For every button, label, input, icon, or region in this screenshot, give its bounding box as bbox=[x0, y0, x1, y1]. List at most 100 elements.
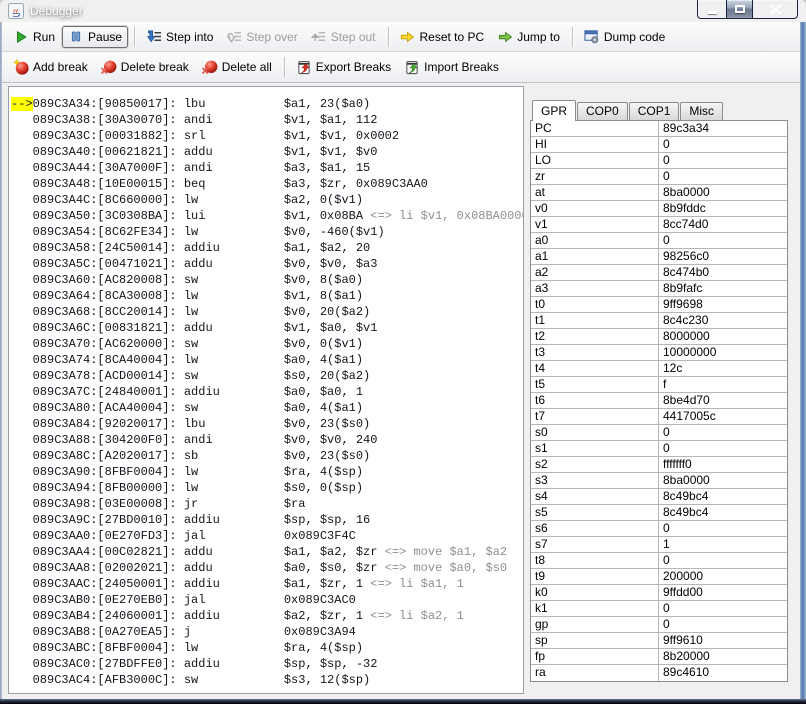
disasm-line[interactable]: 089C3A60:[AC820008]: sw$v0, 8($a0) bbox=[11, 272, 523, 288]
register-row-s7[interactable]: s71 bbox=[531, 537, 787, 553]
minimize-button[interactable] bbox=[697, 0, 726, 19]
disasm-line[interactable]: 089C3A40:[00621821]: addu$v1, $v1, $v0 bbox=[11, 144, 523, 160]
disasm-line[interactable]: 089C3AB0:[0E270EB0]: jal0x089C3AC0 bbox=[11, 592, 523, 608]
add-break-button[interactable]: Add break bbox=[7, 56, 94, 78]
register-row-k1[interactable]: k10 bbox=[531, 601, 787, 617]
address-and-opcode: 089C3A60:[AC820008]: bbox=[33, 273, 184, 287]
delete-all-button[interactable]: Delete all bbox=[196, 56, 278, 78]
register-row-ra[interactable]: ra89c4610 bbox=[531, 665, 787, 681]
disasm-line[interactable]: 089C3A88:[304200F0]: andi$v0, $v0, 240 bbox=[11, 432, 523, 448]
address-and-opcode: 089C3A7C:[24840001]: bbox=[33, 385, 184, 399]
step-into-button[interactable]: Step into bbox=[140, 26, 219, 48]
delete-break-button[interactable]: Delete break bbox=[95, 56, 195, 78]
disasm-line[interactable]: 089C3A94:[8FB00000]: lw$s0, 0($sp) bbox=[11, 480, 523, 496]
register-row-v1[interactable]: v18cc74d0 bbox=[531, 217, 787, 233]
disasm-line[interactable]: 089C3A70:[AC620000]: sw$v0, 0($v1) bbox=[11, 336, 523, 352]
register-row-lo[interactable]: LO0 bbox=[531, 153, 787, 169]
disasm-line[interactable]: -->089C3A34:[90850017]: lbu$a1, 23($a0) bbox=[11, 96, 523, 112]
disasm-line[interactable]: 089C3A64:[8CA30008]: lw$v1, 8($a1) bbox=[11, 288, 523, 304]
register-row-pc[interactable]: PC89c3a34 bbox=[531, 121, 787, 137]
maximize-button[interactable] bbox=[726, 0, 753, 19]
disasm-line[interactable]: 089C3A48:[10E00015]: beq$a3, $zr, 0x089C… bbox=[11, 176, 523, 192]
step-out-button: Step out bbox=[305, 26, 382, 48]
disasm-line[interactable]: 089C3A9C:[27BD0010]: addiu$sp, $sp, 16 bbox=[11, 512, 523, 528]
register-row-t7[interactable]: t74417005c bbox=[531, 409, 787, 425]
disasm-line[interactable]: 089C3A90:[8FBF0004]: lw$ra, 4($sp) bbox=[11, 464, 523, 480]
register-row-zr[interactable]: zr0 bbox=[531, 169, 787, 185]
reset-to-pc-button[interactable]: Reset to PC bbox=[394, 26, 491, 48]
disasm-line[interactable]: 089C3ABC:[8FBF0004]: lw$ra, 4($sp) bbox=[11, 640, 523, 656]
disasm-line[interactable]: 089C3A54:[8C62FE34]: lw$v0, -460($v1) bbox=[11, 224, 523, 240]
register-row-a0[interactable]: a00 bbox=[531, 233, 787, 249]
disasm-line[interactable]: 089C3A38:[30A30070]: andi$v1, $a1, 112 bbox=[11, 112, 523, 128]
register-row-k0[interactable]: k09ffdd00 bbox=[531, 585, 787, 601]
register-row-t6[interactable]: t68be4d70 bbox=[531, 393, 787, 409]
mnemonic: lbu bbox=[184, 96, 284, 112]
register-row-t0[interactable]: t09ff9698 bbox=[531, 297, 787, 313]
disasm-line[interactable]: 089C3A8C:[A2020017]: sb$v0, 23($s0) bbox=[11, 448, 523, 464]
disasm-line[interactable]: 089C3AA8:[02002021]: addu$a0, $s0, $zr <… bbox=[11, 560, 523, 576]
disasm-line[interactable]: 089C3A5C:[00471021]: addu$v0, $v0, $a3 bbox=[11, 256, 523, 272]
disasm-line[interactable]: 089C3A84:[92020017]: lbu$v0, 23($s0) bbox=[11, 416, 523, 432]
disassembly-panel[interactable]: -->089C3A34:[90850017]: lbu$a1, 23($a0) … bbox=[8, 86, 524, 694]
register-row-hi[interactable]: HI0 bbox=[531, 137, 787, 153]
operands: $a0, 4($a1) bbox=[284, 401, 363, 415]
register-row-s0[interactable]: s00 bbox=[531, 425, 787, 441]
disasm-line[interactable]: 089C3A80:[ACA40004]: sw$a0, 4($a1) bbox=[11, 400, 523, 416]
tab-cop0[interactable]: COP0 bbox=[577, 102, 628, 120]
close-button[interactable] bbox=[753, 0, 798, 19]
register-row-s6[interactable]: s60 bbox=[531, 521, 787, 537]
register-row-t4[interactable]: t412c bbox=[531, 361, 787, 377]
disasm-line[interactable]: 089C3A6C:[00831821]: addu$v1, $a0, $v1 bbox=[11, 320, 523, 336]
disasm-line[interactable]: 089C3AAC:[24050001]: addiu$a1, $zr, 1 <=… bbox=[11, 576, 523, 592]
import-breaks-button[interactable]: Import Breaks bbox=[398, 56, 505, 78]
register-row-t2[interactable]: t28000000 bbox=[531, 329, 787, 345]
disasm-line[interactable]: 089C3A44:[30A7000F]: andi$a3, $a1, 15 bbox=[11, 160, 523, 176]
register-value: 8c474b0 bbox=[659, 265, 787, 280]
disasm-line[interactable]: 089C3A98:[03E00008]: jr$ra bbox=[11, 496, 523, 512]
disasm-line[interactable]: 089C3AA0:[0E270FD3]: jal0x089C3F4C bbox=[11, 528, 523, 544]
run-button[interactable]: Run bbox=[7, 26, 61, 48]
export-breaks-button[interactable]: Export Breaks bbox=[290, 56, 397, 78]
register-row-t1[interactable]: t18c4c230 bbox=[531, 313, 787, 329]
disasm-line[interactable]: 089C3A4C:[8C660000]: lw$a2, 0($v1) bbox=[11, 192, 523, 208]
disasm-line[interactable]: 089C3AC4:[AFB3000C]: sw$s3, 12($sp) bbox=[11, 672, 523, 688]
disasm-line[interactable]: 089C3A68:[8CC20014]: lw$v0, 20($a2) bbox=[11, 304, 523, 320]
tab-gpr[interactable]: GPR bbox=[532, 100, 576, 121]
register-row-sp[interactable]: sp9ff9610 bbox=[531, 633, 787, 649]
register-row-s4[interactable]: s48c49bc4 bbox=[531, 489, 787, 505]
jump-to-button[interactable]: Jump to bbox=[491, 26, 566, 48]
register-row-t8[interactable]: t80 bbox=[531, 553, 787, 569]
register-row-s1[interactable]: s10 bbox=[531, 441, 787, 457]
register-row-s5[interactable]: s58c49bc4 bbox=[531, 505, 787, 521]
register-row-gp[interactable]: gp0 bbox=[531, 617, 787, 633]
register-row-t3[interactable]: t310000000 bbox=[531, 345, 787, 361]
register-row-a2[interactable]: a28c474b0 bbox=[531, 265, 787, 281]
dump-code-icon bbox=[584, 29, 600, 45]
address-and-opcode: 089C3A70:[AC620000]: bbox=[33, 337, 184, 351]
register-row-v0[interactable]: v08b9fddc bbox=[531, 201, 787, 217]
disasm-line[interactable]: 089C3A3C:[00031882]: srl$v1, $v1, 0x0002 bbox=[11, 128, 523, 144]
disasm-line[interactable]: 089C3A50:[3C0308BA]: lui$v1, 0x08BA <=> … bbox=[11, 208, 523, 224]
disasm-line[interactable]: 089C3A78:[ACD00014]: sw$s0, 20($a2) bbox=[11, 368, 523, 384]
register-row-at[interactable]: at8ba0000 bbox=[531, 185, 787, 201]
register-row-t9[interactable]: t9200000 bbox=[531, 569, 787, 585]
register-row-a1[interactable]: a198256c0 bbox=[531, 249, 787, 265]
disasm-line[interactable]: 089C3AA4:[00C02821]: addu$a1, $a2, $zr <… bbox=[11, 544, 523, 560]
register-row-fp[interactable]: fp8b20000 bbox=[531, 649, 787, 665]
disasm-line[interactable]: 089C3A58:[24C50014]: addiu$a1, $a2, 20 bbox=[11, 240, 523, 256]
disasm-line[interactable]: 089C3A7C:[24840001]: addiu$a0, $a0, 1 bbox=[11, 384, 523, 400]
disasm-line[interactable]: 089C3A74:[8CA40004]: lw$a0, 4($a1) bbox=[11, 352, 523, 368]
tab-misc[interactable]: Misc bbox=[680, 102, 723, 120]
register-row-s2[interactable]: s2fffffff0 bbox=[531, 457, 787, 473]
disasm-line[interactable]: 089C3AB4:[24060001]: addiu$a2, $zr, 1 <=… bbox=[11, 608, 523, 624]
register-row-a3[interactable]: a38b9fafc bbox=[531, 281, 787, 297]
disasm-line[interactable]: 089C3AC0:[27BDFFE0]: addiu$sp, $sp, -32 bbox=[11, 656, 523, 672]
pause-button[interactable]: Pause bbox=[62, 26, 128, 48]
dump-code-button[interactable]: Dump code bbox=[578, 26, 671, 48]
window-frame-left bbox=[0, 22, 2, 704]
register-row-t5[interactable]: t5f bbox=[531, 377, 787, 393]
disasm-line[interactable]: 089C3AB8:[0A270EA5]: j0x089C3A94 bbox=[11, 624, 523, 640]
tab-cop1[interactable]: COP1 bbox=[629, 102, 680, 120]
register-row-s3[interactable]: s38ba0000 bbox=[531, 473, 787, 489]
